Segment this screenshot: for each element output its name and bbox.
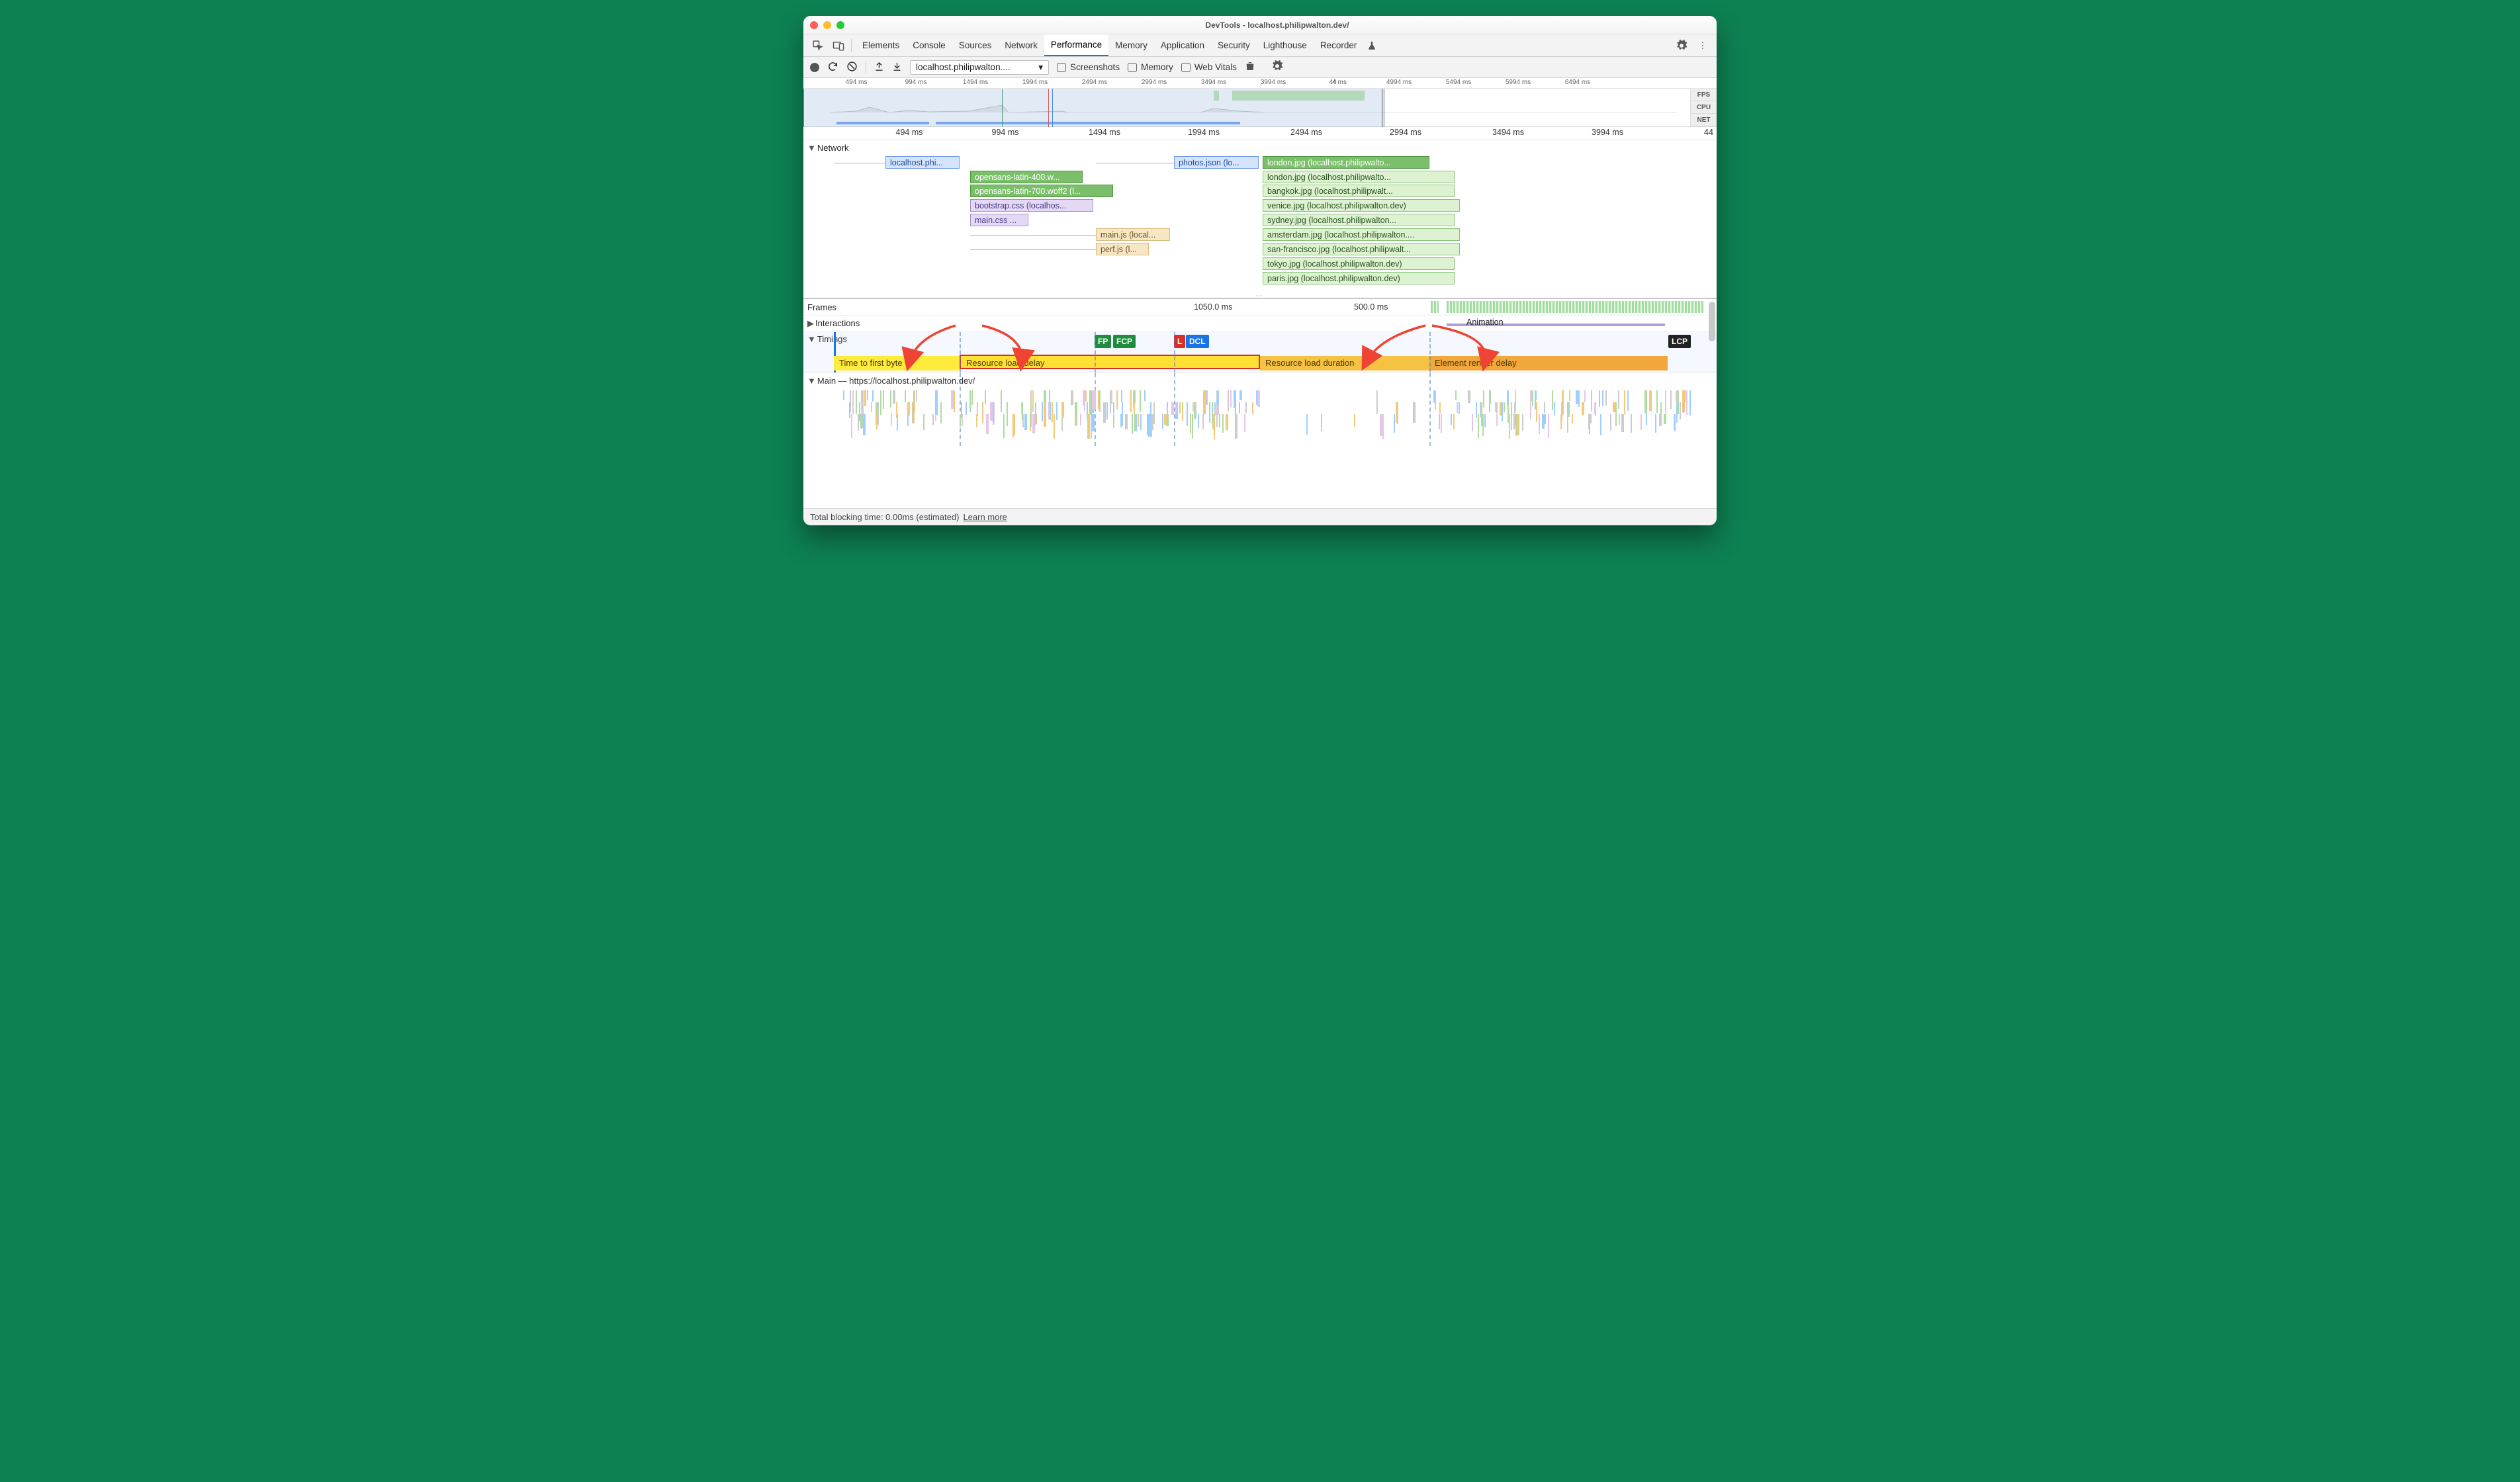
fp-badge[interactable]: FP (1095, 335, 1111, 348)
phase-resource-load-duration[interactable]: Resource load duration (1260, 356, 1429, 370)
resize-handle[interactable]: ⋯ (803, 294, 1717, 298)
network-request[interactable]: paris.jpg (localhost.philipwalton.dev) (1263, 272, 1455, 284)
settings-gear-icon[interactable] (1271, 60, 1283, 74)
scrollbar-thumb[interactable] (1709, 302, 1715, 341)
flask-icon (1363, 37, 1380, 54)
recording-selector[interactable]: localhost.philipwalton.... ▾ (910, 60, 1049, 75)
network-request[interactable]: opensans-latin-700.woff2 (l... (970, 185, 1113, 197)
network-request[interactable]: san-francisco.jpg (localhost.philipwalt.… (1263, 243, 1460, 255)
status-bar: Total blocking time: 0.00ms (estimated) … (803, 508, 1717, 525)
network-request[interactable]: london.jpg (localhost.philipwalto... (1263, 156, 1429, 169)
screenshots-checkbox[interactable]: Screenshots (1057, 62, 1120, 72)
network-lane[interactable]: ▼Network localhost.phi... opensans-latin-… (803, 140, 1717, 299)
gear-icon[interactable] (1673, 37, 1690, 54)
animation-label: Animation (1466, 318, 1504, 327)
flame-panel[interactable]: Frames 1050.0 ms 500.0 ms ▶Interactions … (803, 299, 1717, 508)
reload-icon[interactable] (827, 61, 838, 74)
record-icon[interactable] (810, 63, 819, 72)
overview-minimap[interactable]: 494 ms994 ms1494 ms1994 ms2494 ms2994 ms… (803, 78, 1717, 127)
fps-label: FPS (1690, 89, 1717, 101)
tab-lighthouse[interactable]: Lighthouse (1257, 34, 1314, 56)
overview-selection[interactable] (803, 89, 1384, 127)
network-request[interactable]: localhost.phi... (885, 156, 960, 169)
tab-recorder[interactable]: Recorder (1314, 34, 1364, 56)
cpu-label: CPU (1690, 101, 1717, 114)
recording-selector-label: localhost.philipwalton.... (916, 62, 1011, 72)
window-controls[interactable] (810, 21, 844, 29)
tab-console[interactable]: Console (906, 34, 952, 56)
timings-lane[interactable]: ▼Timings FP FCP L DCL LCP Time to first … (803, 332, 1717, 373)
frame-bar (1431, 301, 1439, 313)
network-request[interactable]: bootstrap.css (localhos... (970, 199, 1093, 212)
lcp-badge[interactable]: LCP (1668, 335, 1691, 348)
frame-bar (1447, 301, 1703, 313)
phase-ttfb[interactable]: Time to first byte (834, 356, 960, 370)
tab-memory[interactable]: Memory (1108, 34, 1154, 56)
frame-duration: 500.0 ms (1354, 302, 1388, 312)
frame-duration: 1050.0 ms (1194, 302, 1232, 312)
device-toggle-icon[interactable] (830, 37, 847, 54)
kebab-icon[interactable]: ⋮ (1694, 37, 1711, 54)
window-title: DevTools - localhost.philipwalton.dev/ (844, 21, 1710, 30)
tbt-readout: Total blocking time: 0.00ms (estimated) (810, 512, 959, 522)
frames-lane[interactable]: Frames 1050.0 ms 500.0 ms (803, 299, 1717, 316)
memory-checkbox[interactable]: Memory (1128, 62, 1173, 72)
network-section-label[interactable]: ▼Network (807, 143, 849, 153)
tab-application[interactable]: Application (1154, 34, 1211, 56)
download-icon[interactable] (892, 62, 902, 73)
network-request[interactable]: venice.jpg (localhost.philipwalton.dev) (1263, 199, 1460, 212)
network-request[interactable]: opensans-latin-400.w... (970, 171, 1083, 183)
network-request[interactable]: tokyo.jpg (localhost.philipwalton.dev) (1263, 257, 1455, 270)
tab-security[interactable]: Security (1211, 34, 1257, 56)
dcl-badge[interactable]: DCL (1186, 335, 1209, 348)
net-label: NET (1690, 114, 1717, 126)
interactions-lane[interactable]: ▶Interactions Animation (803, 316, 1717, 332)
zoom-icon[interactable] (836, 21, 844, 29)
inspect-icon[interactable] (809, 37, 826, 54)
time-ruler[interactable]: 494 ms994 ms1494 ms1994 ms2494 ms2994 ms… (803, 127, 1717, 140)
trash-icon[interactable] (1245, 61, 1255, 73)
perf-toolbar: localhost.philipwalton.... ▾ Screenshots… (803, 57, 1717, 78)
devtools-window: DevTools - localhost.philipwalton.dev/ E… (803, 16, 1717, 525)
network-request[interactable]: main.css ... (970, 214, 1028, 226)
tab-network[interactable]: Network (998, 34, 1044, 56)
main-thread-lane[interactable]: ▼Main — https://localhost.philipwalton.d… (803, 373, 1717, 446)
network-request[interactable]: sydney.jpg (localhost.philipwalton... (1263, 214, 1455, 226)
minimize-icon[interactable] (823, 21, 831, 29)
network-request[interactable]: amsterdam.jpg (localhost.philipwalton...… (1263, 228, 1460, 241)
phase-element-render-delay[interactable]: Element render delay (1429, 356, 1668, 370)
titlebar[interactable]: DevTools - localhost.philipwalton.dev/ (803, 16, 1717, 34)
network-request[interactable]: london.jpg (localhost.philipwalto... (1263, 171, 1455, 183)
timeline-panel[interactable]: 494 ms994 ms1494 ms1994 ms2494 ms2994 ms… (803, 127, 1717, 299)
close-icon[interactable] (810, 21, 818, 29)
learn-more-link[interactable]: Learn more (963, 512, 1007, 522)
phase-resource-load-delay[interactable]: Resource load delay (960, 355, 1260, 369)
panel-tabs: ElementsConsoleSourcesNetworkPerformance… (803, 34, 1717, 57)
chevron-down-icon: ▾ (1038, 62, 1043, 73)
network-request[interactable]: main.js (local... (1096, 228, 1170, 241)
tab-performance[interactable]: Performance (1044, 34, 1108, 56)
webvitals-checkbox[interactable]: Web Vitals (1181, 62, 1237, 72)
network-request[interactable]: photos.json (lo... (1174, 156, 1259, 169)
tab-sources[interactable]: Sources (952, 34, 999, 56)
upload-icon[interactable] (874, 62, 884, 73)
load-badge[interactable]: L (1174, 335, 1185, 348)
tab-elements[interactable]: Elements (856, 34, 906, 56)
fcp-badge[interactable]: FCP (1113, 335, 1136, 348)
network-request[interactable]: bangkok.jpg (localhost.philipwalt... (1263, 185, 1455, 197)
network-request[interactable]: perf.js (l... (1096, 243, 1149, 255)
clear-icon[interactable] (846, 61, 858, 74)
